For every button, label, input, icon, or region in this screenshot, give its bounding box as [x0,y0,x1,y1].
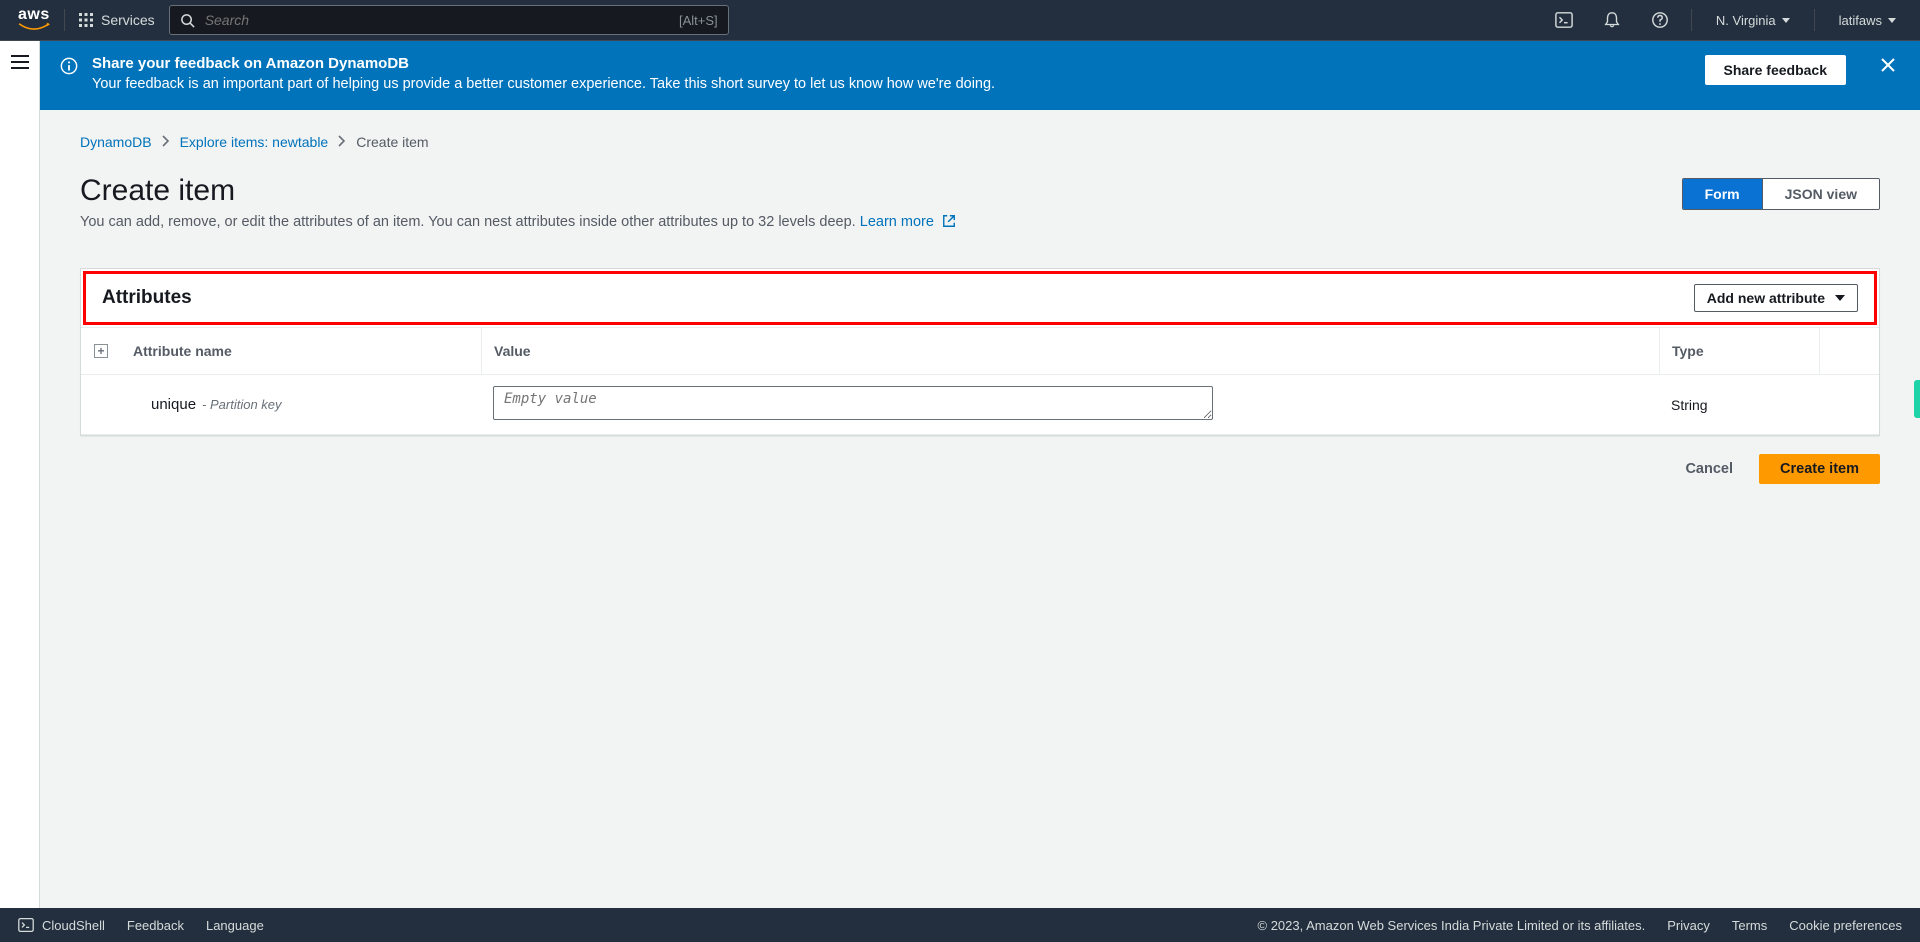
region-selector[interactable]: N. Virginia [1706,13,1800,28]
close-icon [1880,57,1896,73]
tab-form[interactable]: Form [1683,179,1762,209]
breadcrumb-link-explore-items[interactable]: Explore items: newtable [180,134,329,150]
search-shortcut: [Alt+S] [679,13,718,28]
divider [64,9,65,31]
breadcrumb-current: Create item [356,134,428,150]
page-title: Create item [80,174,956,208]
cookie-prefs-link[interactable]: Cookie preferences [1789,918,1902,933]
privacy-link[interactable]: Privacy [1667,918,1710,933]
breadcrumb: DynamoDB Explore items: newtable Create … [80,134,1880,150]
attribute-type-cell: String [1659,397,1819,413]
help-icon [1651,11,1669,29]
cancel-button[interactable]: Cancel [1675,455,1743,483]
attr-key: unique [151,396,196,413]
account-menu[interactable]: latifaws [1829,13,1906,28]
attributes-table: + Attribute name Value Type unique - Par… [81,327,1879,435]
create-item-button[interactable]: Create item [1759,454,1880,484]
col-actions [1819,328,1879,374]
help-button[interactable] [1643,0,1677,40]
services-label: Services [101,12,155,28]
add-new-attribute-button[interactable]: Add new attribute [1694,284,1858,312]
aws-logo[interactable]: aws [18,6,50,34]
chevron-right-icon [162,134,170,150]
hamburger-icon [11,55,29,69]
attributes-title: Attributes [102,287,192,309]
search-input[interactable] [203,11,671,29]
breadcrumb-link-dynamodb[interactable]: DynamoDB [80,134,152,150]
feedback-link[interactable]: Feedback [127,918,184,933]
cloudshell-icon [18,917,34,933]
caret-down-icon [1782,18,1790,23]
close-banner-button[interactable] [1876,53,1900,80]
bell-icon [1603,11,1621,29]
side-rail [0,41,40,908]
terms-link[interactable]: Terms [1732,918,1767,933]
services-menu[interactable]: Services [79,12,155,28]
divider [1814,9,1815,31]
attributes-panel-header: Attributes Add new attribute [83,271,1877,325]
attributes-table-header: + Attribute name Value Type [81,327,1879,375]
col-attribute-name: Attribute name [121,343,481,359]
cloudshell-icon-button[interactable] [1547,0,1581,40]
attribute-name-cell: unique - Partition key [121,396,481,413]
view-toggle: Form JSON view [1682,178,1880,210]
copyright: © 2023, Amazon Web Services India Privat… [1258,918,1646,933]
attribute-value-input[interactable] [493,386,1213,420]
top-nav: aws Services [Alt+S] N. Virginia lati [0,0,1920,41]
attributes-panel: Attributes Add new attribute + Attribute… [80,268,1880,436]
form-actions: Cancel Create item [80,454,1880,484]
caret-down-icon [1888,18,1896,23]
footer-bar: CloudShell Feedback Language © 2023, Ama… [0,908,1920,942]
learn-more-link[interactable]: Learn more [860,214,956,230]
cloudshell-link[interactable]: CloudShell [18,917,105,933]
search-box[interactable]: [Alt+S] [169,5,729,35]
info-icon [60,57,78,78]
tab-json-view[interactable]: JSON view [1762,179,1879,209]
side-handle[interactable] [1914,380,1920,418]
search-icon [180,13,195,28]
external-link-icon [942,214,956,232]
col-value: Value [481,328,1659,374]
user-label: latifaws [1839,13,1882,28]
caret-down-icon [1835,295,1845,301]
divider [1691,9,1692,31]
page-content: DynamoDB Explore items: newtable Create … [40,110,1920,908]
notifications-button[interactable] [1595,0,1629,40]
expand-all-icon[interactable]: + [94,344,108,358]
col-type: Type [1659,328,1819,374]
banner-desc: Your feedback is an important part of he… [92,76,1691,92]
cloudshell-icon [1555,11,1573,29]
table-row: unique - Partition key String [81,375,1879,435]
chevron-right-icon [338,134,346,150]
language-link[interactable]: Language [206,918,264,933]
open-nav-button[interactable] [11,55,29,69]
feedback-banner: Share your feedback on Amazon DynamoDB Y… [40,41,1920,110]
attr-hint: - Partition key [202,397,281,412]
grid-icon [79,13,93,27]
banner-title: Share your feedback on Amazon DynamoDB [92,55,1691,72]
region-label: N. Virginia [1716,13,1776,28]
share-feedback-button[interactable]: Share feedback [1705,55,1847,85]
page-description: You can add, remove, or edit the attribu… [80,214,956,232]
